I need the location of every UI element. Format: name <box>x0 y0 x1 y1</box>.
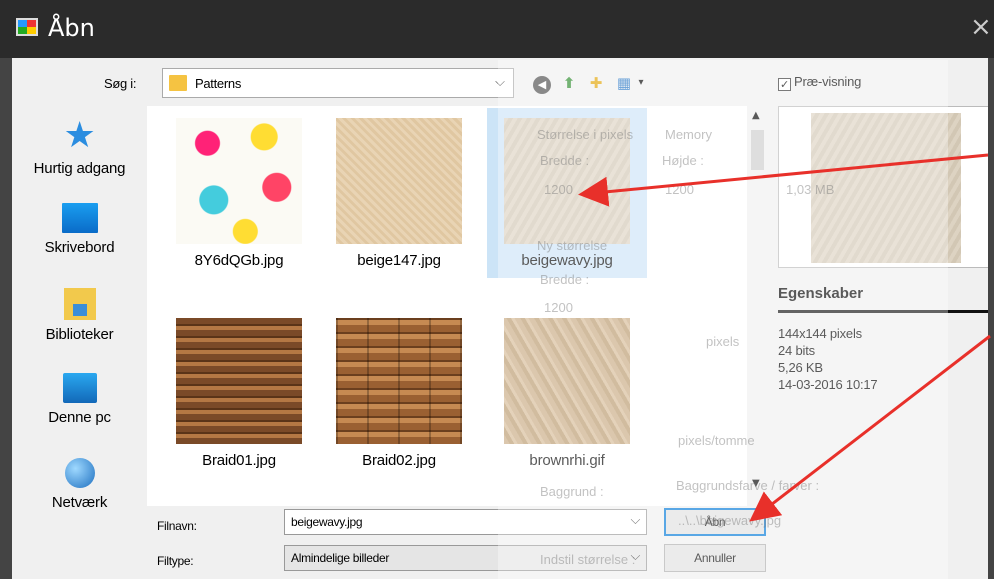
place-label: Skrivebord <box>44 239 115 256</box>
property-dimensions: 144x144 pixels <box>778 326 862 341</box>
ghost-new-width-label: Bredde : <box>540 272 590 287</box>
file-name: Braid01.jpg <box>202 452 276 469</box>
place-label: Denne pc <box>48 409 111 426</box>
star-icon: ★ <box>63 115 96 156</box>
ghost-width-label: Bredde : <box>540 153 590 168</box>
preview-checkbox[interactable]: ✓ Præ-visning <box>778 74 861 91</box>
properties-title: Egenskaber <box>778 285 864 302</box>
property-bit-depth: 24 bits <box>778 343 815 358</box>
chevron-down-icon[interactable]: ⌵ <box>495 75 505 90</box>
ghost-units: pixels/tomme <box>678 433 755 448</box>
place-network[interactable]: Netværk <box>12 458 147 511</box>
file-thumbnail <box>336 318 462 444</box>
libraries-icon <box>63 288 96 320</box>
file-thumbnail <box>176 318 302 444</box>
file-name: beige147.jpg <box>357 252 441 269</box>
property-date: 14-03-2016 10:17 <box>778 377 878 392</box>
ghost-new-width-value: 1200 <box>544 300 573 315</box>
file-thumbnail <box>504 318 630 444</box>
divider <box>778 310 988 313</box>
ghost-pixels: pixels <box>706 334 740 349</box>
filename-label: Filnavn: <box>157 519 197 533</box>
filename-input[interactable]: beigewavy.jpg ⌵ <box>284 509 647 535</box>
new-folder-icon[interactable]: ✚ <box>584 71 608 95</box>
file-name: Braid02.jpg <box>362 452 436 469</box>
open-dialog: Søg i: Patterns ⌵ ◀ ⬆ ✚ ▦ ▾ ✓ Præ-visning… <box>12 58 988 579</box>
close-icon[interactable]: × <box>970 12 992 42</box>
computer-icon <box>62 373 97 403</box>
chevron-down-icon[interactable]: ⌵ <box>630 513 640 528</box>
ghost-new-size: Ny størrelse <box>537 238 608 253</box>
look-in-label: Søg i: <box>104 76 137 91</box>
ghost-background-check: Baggrundsfarve / farver : <box>676 478 820 493</box>
view-dropdown-icon[interactable]: ▾ <box>634 71 648 95</box>
scroll-thumb[interactable] <box>751 130 764 170</box>
file-item[interactable]: beige147.jpg <box>319 108 479 269</box>
ghost-memory: Memory <box>665 127 712 142</box>
place-libraries[interactable]: Biblioteker <box>12 288 147 343</box>
file-item[interactable]: brownrhi.gif <box>487 308 647 469</box>
place-quick-access[interactable]: ★ Hurtig adgang <box>12 115 147 178</box>
preview-label: Præ-visning <box>794 74 862 89</box>
look-in-combo[interactable]: Patterns ⌵ <box>162 68 514 98</box>
up-folder-icon[interactable]: ⬆ <box>557 71 581 95</box>
title-bar: Åbn × <box>0 0 994 58</box>
filetype-label: Filtype: <box>157 554 194 568</box>
network-icon <box>64 458 95 488</box>
file-thumbnail <box>176 118 302 244</box>
ghost-size-header: Størrelse i pixels <box>537 127 634 142</box>
ghost-background: Baggrund : <box>540 484 604 499</box>
ghost-height-label: Højde : <box>662 153 704 168</box>
file-item[interactable]: Braid01.jpg <box>159 308 319 469</box>
file-name: beigewavy.jpg <box>521 252 613 269</box>
place-label: Biblioteker <box>45 326 114 343</box>
place-label: Netværk <box>51 494 108 511</box>
scroll-up-icon[interactable]: ▲ <box>752 110 760 121</box>
file-name: 8Y6dQGb.jpg <box>194 252 284 269</box>
ghost-width-value: 1200 <box>544 182 573 197</box>
file-item[interactable]: Braid02.jpg <box>319 308 479 469</box>
filetype-value: Almindelige billeder <box>291 551 390 565</box>
ghost-height-value: 1200 <box>665 182 694 197</box>
file-name: brownrhi.gif <box>529 452 605 469</box>
ghost-set-size: Indstil størrelse : <box>540 552 636 567</box>
place-this-pc[interactable]: Denne pc <box>12 373 147 426</box>
checkbox-icon[interactable]: ✓ <box>778 78 791 91</box>
desktop-icon <box>61 203 98 233</box>
place-desktop[interactable]: Skrivebord <box>12 203 147 256</box>
ghost-memory-value: 1,03 MB <box>786 182 835 197</box>
places-bar: ★ Hurtig adgang Skrivebord Biblioteker D… <box>12 108 147 558</box>
folder-icon <box>169 75 187 91</box>
cancel-button[interactable]: Annuller <box>664 544 766 572</box>
back-icon[interactable]: ◀ <box>530 71 554 95</box>
view-menu-icon[interactable]: ▦ <box>612 71 636 95</box>
app-icon <box>16 18 38 36</box>
window-title: Åbn <box>48 14 95 42</box>
filename-value: beigewavy.jpg <box>291 515 363 529</box>
file-thumbnail <box>336 118 462 244</box>
file-item[interactable]: 8Y6dQGb.jpg <box>159 108 319 269</box>
place-label: Hurtig adgang <box>33 160 126 177</box>
look-in-value: Patterns <box>195 76 242 91</box>
ghost-bg-file: ..\..\beigewavy.jpg <box>678 513 782 528</box>
property-file-size: 5,26 KB <box>778 360 823 375</box>
